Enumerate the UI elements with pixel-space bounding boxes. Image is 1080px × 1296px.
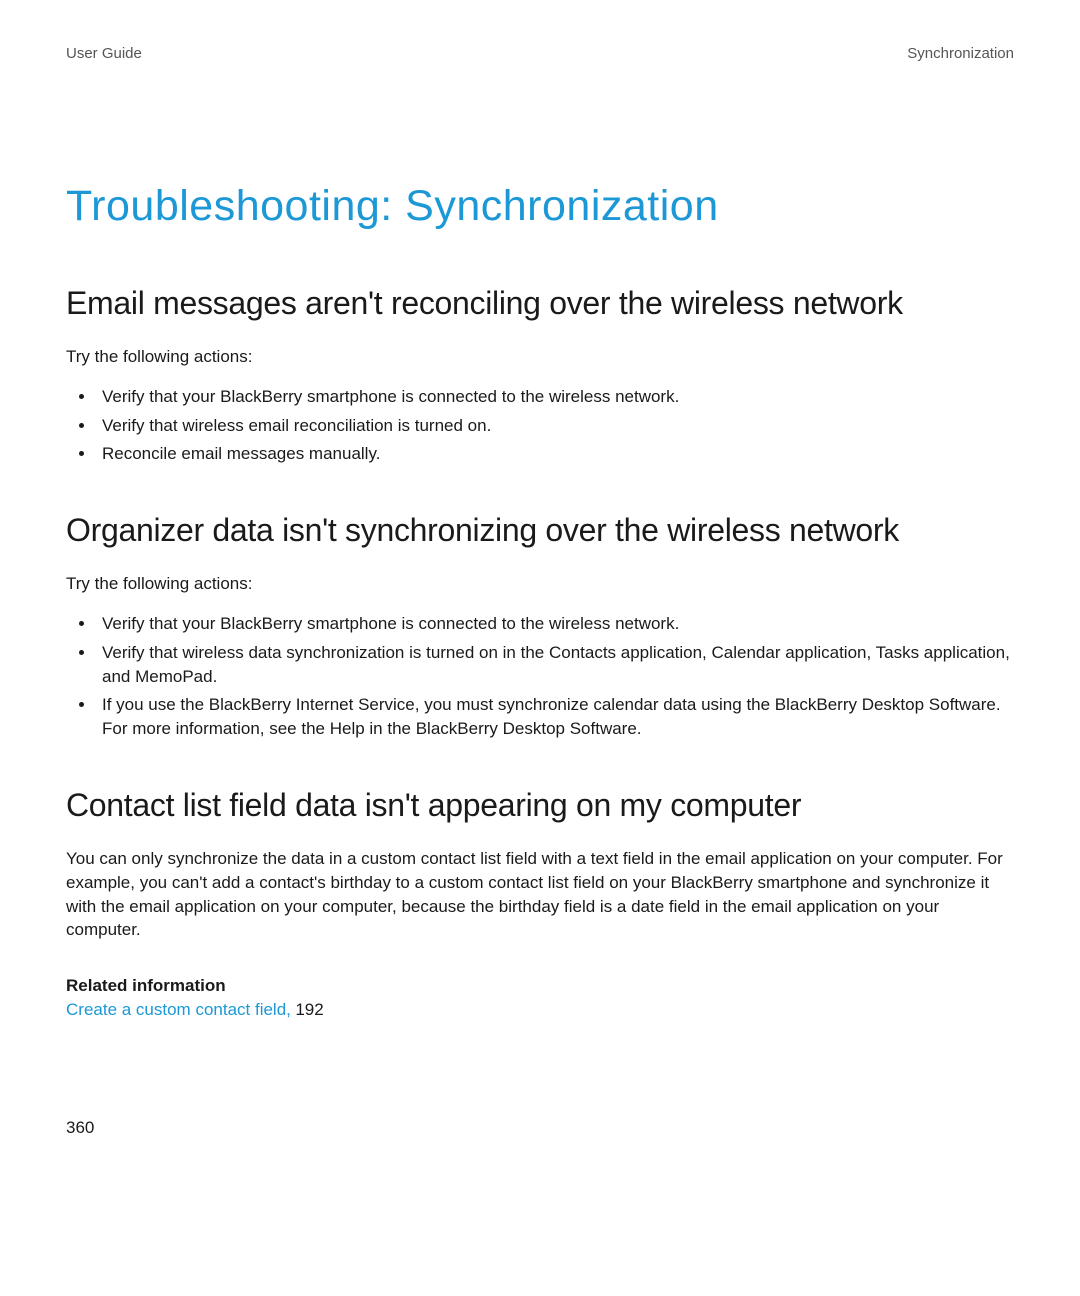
section-heading-2: Organizer data isn't synchronizing over … bbox=[66, 510, 1014, 550]
list-item: If you use the BlackBerry Internet Servi… bbox=[96, 693, 1014, 741]
related-link[interactable]: Create a custom contact field, bbox=[66, 1000, 291, 1019]
list-item: Verify that your BlackBerry smartphone i… bbox=[96, 612, 1014, 636]
section-2-bullets: Verify that your BlackBerry smartphone i… bbox=[66, 612, 1014, 741]
page-title: Troubleshooting: Synchronization bbox=[66, 182, 1014, 231]
document-page: User Guide Synchronization Troubleshooti… bbox=[0, 0, 1080, 1296]
list-item: Verify that your BlackBerry smartphone i… bbox=[96, 385, 1014, 409]
section-1-intro: Try the following actions: bbox=[66, 345, 1014, 369]
section-3-paragraph: You can only synchronize the data in a c… bbox=[66, 847, 1014, 942]
header-left: User Guide bbox=[66, 45, 142, 62]
list-item: Verify that wireless email reconciliatio… bbox=[96, 414, 1014, 438]
related-info-heading: Related information bbox=[66, 976, 1014, 996]
page-number: 360 bbox=[66, 1118, 94, 1138]
section-1-bullets: Verify that your BlackBerry smartphone i… bbox=[66, 385, 1014, 466]
list-item: Reconcile email messages manually. bbox=[96, 442, 1014, 466]
related-info-line: Create a custom contact field, 192 bbox=[66, 1000, 1014, 1020]
list-item: Verify that wireless data synchronizatio… bbox=[96, 641, 1014, 689]
section-2-intro: Try the following actions: bbox=[66, 572, 1014, 596]
section-heading-3: Contact list field data isn't appearing … bbox=[66, 785, 1014, 825]
related-page-number: 192 bbox=[295, 1000, 323, 1019]
page-header: User Guide Synchronization bbox=[66, 45, 1014, 62]
header-right: Synchronization bbox=[907, 45, 1014, 62]
section-heading-1: Email messages aren't reconciling over t… bbox=[66, 283, 1014, 323]
